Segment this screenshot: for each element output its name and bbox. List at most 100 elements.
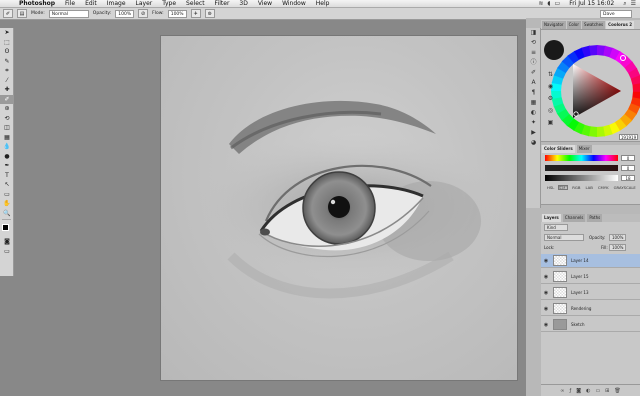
brush-presets-icon[interactable]: ✐ — [526, 68, 541, 78]
tab-coolorus-2[interactable]: Coolorus 2 — [606, 20, 635, 29]
menu-image[interactable]: Image — [102, 0, 131, 7]
eye-icon[interactable]: ◉ — [541, 258, 551, 264]
info-icon[interactable]: ⓘ — [526, 58, 541, 68]
history-swatch-icon[interactable]: ▣ — [543, 118, 558, 128]
lasso-tool-icon[interactable]: ʘ — [0, 47, 14, 57]
color-mode-grayscale[interactable]: GRAYSCALE — [613, 185, 637, 190]
tab-layers[interactable]: Layers — [542, 214, 561, 222]
menu-file[interactable]: File — [60, 0, 80, 7]
tab-channels[interactable]: Channels — [562, 214, 586, 222]
blend-mode-select[interactable]: Normal — [544, 234, 584, 241]
layer-row[interactable]: ◉ Sketch — [541, 318, 640, 332]
search-icon[interactable]: ⌕ — [623, 0, 626, 8]
tab-mixer[interactable]: Mixer — [576, 145, 592, 153]
character-icon[interactable]: A — [526, 78, 541, 88]
menu-select[interactable]: Select — [181, 0, 210, 7]
eye-icon[interactable]: ◉ — [541, 322, 551, 328]
eye-icon[interactable]: ◉ — [541, 306, 551, 312]
pressure-size-icon[interactable]: ⊚ — [204, 9, 215, 18]
path-select-tool-icon[interactable]: ↖ — [0, 180, 14, 190]
link-icon[interactable]: ∞ — [560, 388, 564, 394]
actions-icon[interactable]: ▶ — [526, 128, 541, 138]
color-mode-hsb[interactable]: HSB — [558, 185, 569, 190]
quick-mask-icon[interactable]: ◙ — [0, 237, 14, 247]
flow-field[interactable]: 100% — [167, 9, 187, 18]
color-mode-lab[interactable]: LAB — [584, 185, 593, 190]
hex-field[interactable]: 191919 — [619, 134, 638, 140]
menu-window[interactable]: Window — [277, 0, 311, 7]
adjustment-icon[interactable]: ◐ — [586, 388, 590, 394]
swap-colors-icon[interactable]: ⇅ — [543, 70, 558, 80]
pressure-opacity-icon[interactable]: ⊘ — [138, 9, 149, 18]
workspace-select[interactable]: Dave — [600, 9, 632, 18]
layer-row[interactable]: ◉ Layer 14 — [541, 254, 640, 268]
brightness-slider[interactable] — [545, 175, 618, 181]
layer-fill-field[interactable]: 100% — [609, 244, 627, 251]
screen-mode-icon[interactable]: ▭ — [0, 247, 14, 257]
history-brush-tool-icon[interactable]: ⟲ — [0, 114, 14, 124]
list-icon[interactable]: ☰ — [631, 0, 636, 7]
tab-color[interactable]: Color — [566, 20, 582, 29]
fx-icon[interactable]: ƒ — [569, 388, 571, 394]
airbrush-icon[interactable]: ✈ — [190, 9, 201, 18]
layer-row[interactable]: ◉ Layer 15 — [541, 270, 640, 284]
wheel-options-icon[interactable]: ⚙ — [543, 94, 558, 104]
document-canvas[interactable] — [161, 36, 517, 380]
history-icon[interactable]: ⟲ — [526, 38, 541, 48]
type-tool-icon[interactable]: T — [0, 171, 14, 181]
brush-preset-icon[interactable]: ✐ — [3, 9, 13, 18]
crop-tool-icon[interactable]: ⌗ — [0, 66, 14, 76]
color-swatches[interactable] — [0, 223, 14, 237]
brush-tool-icon[interactable]: ✐ — [0, 94, 14, 104]
eyedropper-tool-icon[interactable]: ⁄ — [0, 76, 14, 86]
color-mode-hsl[interactable]: HSL — [546, 185, 555, 190]
menu-help[interactable]: Help — [311, 0, 335, 7]
quick-select-tool-icon[interactable]: ✎ — [0, 57, 14, 67]
layer-row[interactable]: ◉ Layer 13 — [541, 286, 640, 300]
healing-tool-icon[interactable]: ✚ — [0, 85, 14, 95]
menu-3d[interactable]: 3D — [234, 0, 252, 7]
zoom-tool-icon[interactable]: 🔍 — [0, 209, 14, 219]
layer-filter-kind[interactable]: Kind — [544, 224, 568, 231]
battery-icon[interactable]: ▭ — [555, 0, 561, 7]
hand-tool-icon[interactable]: ✋ — [0, 199, 14, 209]
move-tool-icon[interactable]: ➤ — [0, 28, 14, 38]
trash-icon[interactable]: 🗑 — [614, 388, 620, 394]
blur-tool-icon[interactable]: 💧 — [0, 142, 14, 152]
paragraph-icon[interactable]: ¶ — [526, 88, 541, 98]
opacity-field[interactable]: 100% — [115, 9, 135, 18]
color-icon[interactable]: ◕ — [526, 138, 541, 148]
eye-icon[interactable]: ◉ — [541, 290, 551, 296]
gamut-mask-icon[interactable]: ◎ — [543, 106, 558, 116]
layer-opacity-field[interactable]: 100% — [609, 234, 627, 241]
clone-stamp-tool-icon[interactable]: ⊛ — [0, 104, 14, 114]
eye-icon[interactable]: ◉ — [541, 274, 551, 280]
menu-type[interactable]: Type — [157, 0, 181, 7]
marquee-tool-icon[interactable]: ⬚ — [0, 38, 14, 48]
tab-navigator[interactable]: Navigator — [542, 20, 566, 29]
navigator-icon[interactable]: ◨ — [526, 28, 541, 38]
styles-icon[interactable]: ✦ — [526, 118, 541, 128]
coolorus-panel[interactable]: ⇅ ◉ ⚙ ◎ ▣ 191919 — [541, 30, 640, 142]
saturation-slider[interactable] — [545, 165, 618, 171]
mode-toggle-icon[interactable]: ◉ — [543, 82, 558, 92]
tab-color-sliders[interactable]: Color Sliders — [542, 145, 575, 153]
brightness-value[interactable]: 18 — [621, 175, 635, 181]
adjustments-icon[interactable]: ◐ — [526, 108, 541, 118]
saturation-value[interactable]: 0 — [621, 165, 635, 171]
gradient-tool-icon[interactable]: ▦ — [0, 133, 14, 143]
layer-row[interactable]: ◉ Rendering — [541, 302, 640, 316]
color-mode-cmyk[interactable]: CMYK — [597, 185, 610, 190]
hue-value[interactable]: 0 — [621, 155, 635, 161]
eraser-tool-icon[interactable]: ◫ — [0, 123, 14, 133]
group-icon[interactable]: ▭ — [595, 388, 600, 394]
brush-panel-toggle-icon[interactable]: ▤ — [17, 9, 27, 18]
tab-paths[interactable]: Paths — [587, 214, 603, 222]
mode-select[interactable]: Normal — [48, 9, 89, 18]
color-mode-rgb[interactable]: RGB — [571, 185, 581, 190]
dodge-tool-icon[interactable]: ● — [0, 152, 14, 162]
menu-edit[interactable]: Edit — [80, 0, 102, 7]
hue-slider[interactable] — [545, 155, 618, 161]
properties-icon[interactable]: ≡ — [526, 48, 541, 58]
new-layer-icon[interactable]: ⊞ — [605, 388, 609, 394]
